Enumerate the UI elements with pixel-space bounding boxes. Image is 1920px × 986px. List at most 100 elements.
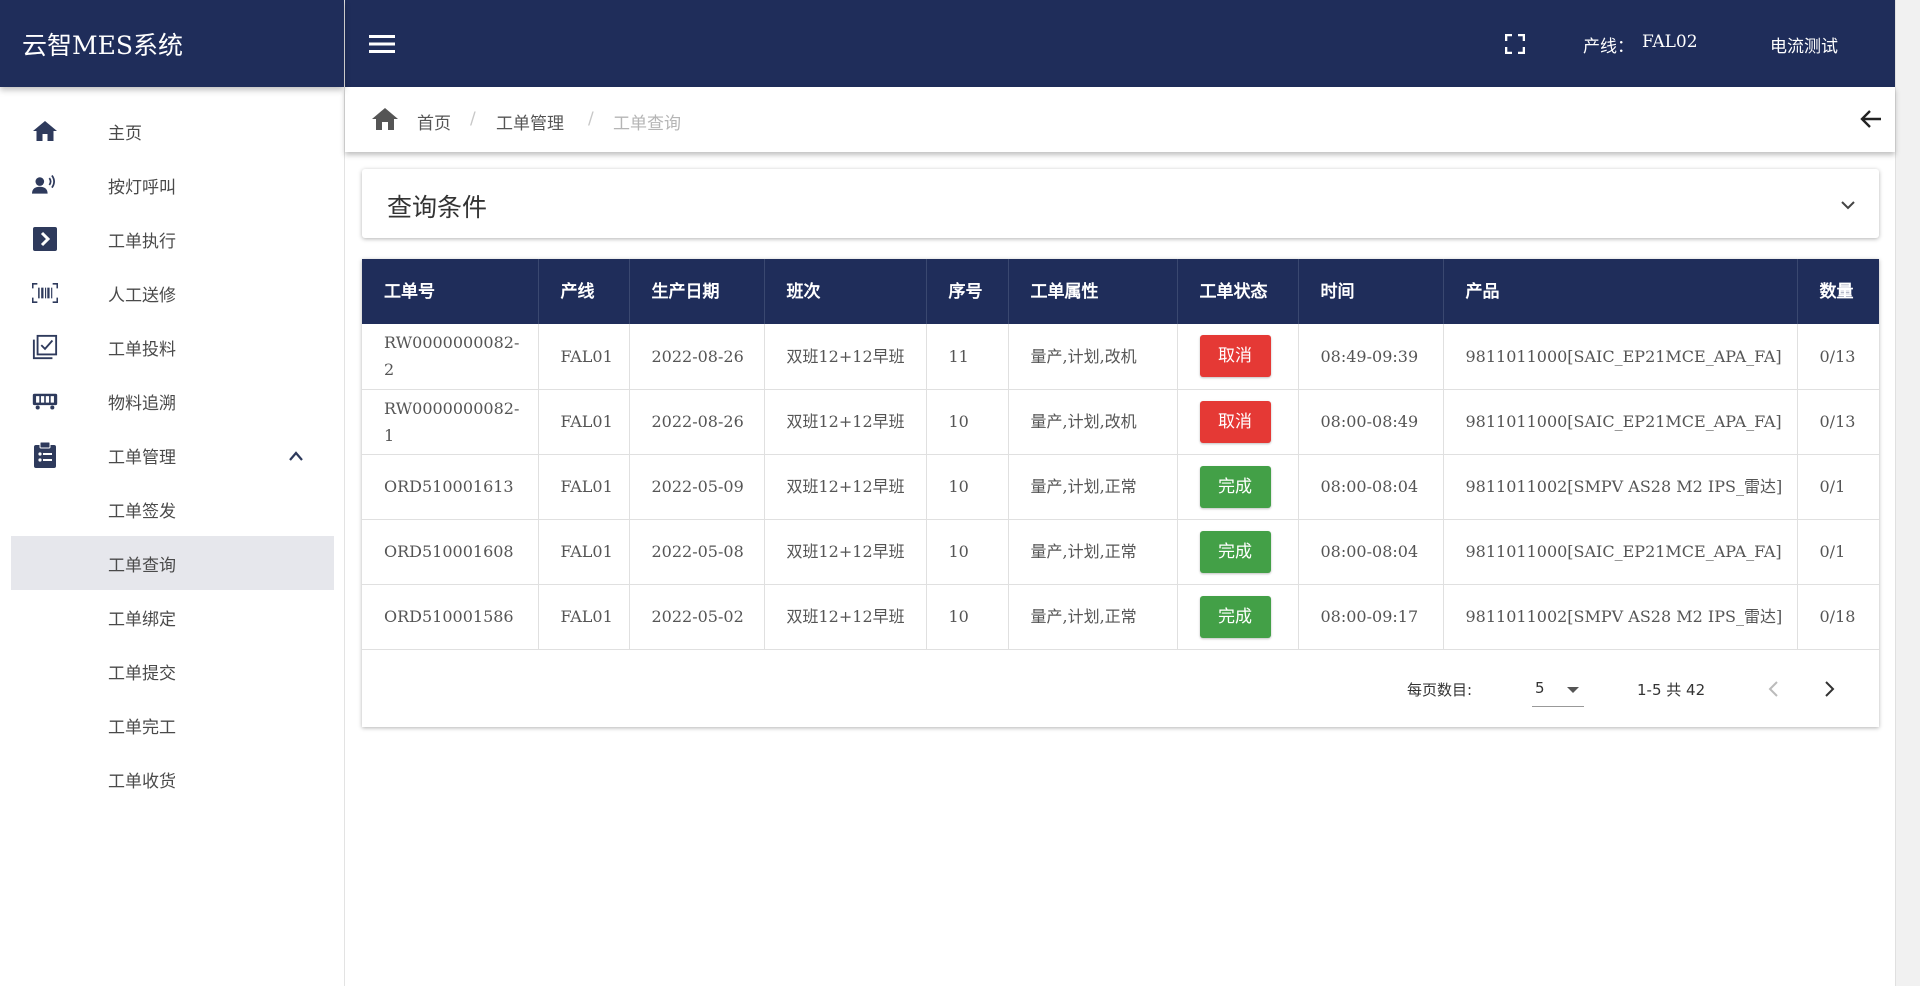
column-header[interactable]: 工单属性 xyxy=(1008,259,1178,324)
column-header[interactable]: 时间 xyxy=(1298,259,1444,324)
cell-shift: 双班12+12早班 xyxy=(764,519,927,584)
cell-seq: 10 xyxy=(926,389,1009,454)
breadcrumb: 首页 / 工单管理 / 工单查询 xyxy=(345,87,1895,152)
column-header[interactable]: 工单状态 xyxy=(1177,259,1299,324)
status-cancel-button[interactable]: 取消 xyxy=(1199,335,1271,378)
cell-attr: 量产,计划,改机 xyxy=(1008,389,1178,454)
cell-shift: 双班12+12早班 xyxy=(764,584,927,649)
scrollbar[interactable] xyxy=(1895,0,1920,986)
cell-order-no: ORD510001613 xyxy=(362,454,539,519)
cell-attr: 量产,计划,正常 xyxy=(1008,519,1178,584)
cell-shift: 双班12+12早班 xyxy=(764,454,927,519)
table-row[interactable]: ORD510001613 FAL01 2022-05-09 双班12+12早班 … xyxy=(362,454,1879,519)
cell-qty: 0/1 xyxy=(1819,542,1846,561)
home-icon[interactable] xyxy=(371,107,399,131)
app-title: 云智MES系统 xyxy=(0,0,344,87)
cell-time: 08:00-09:17 xyxy=(1298,584,1444,649)
breadcrumb-home[interactable]: 首页 xyxy=(417,109,451,134)
trace-icon xyxy=(32,389,58,413)
sidebar-item-label: 物料追溯 xyxy=(108,393,176,414)
cell-order-no: RW0000000082-2 xyxy=(362,324,539,389)
sidebar-item-call[interactable]: 按灯呼叫 xyxy=(0,158,344,212)
cell-time: 08:00-08:04 xyxy=(1298,454,1444,519)
cell-attr: 量产,计划,正常 xyxy=(1008,584,1178,649)
order-table-card: 工单号 产线 生产日期 班次 序号 工单属性 工单状态 时间 产品 数量 RW0… xyxy=(362,259,1879,727)
status-done-button[interactable]: 完成 xyxy=(1199,595,1271,638)
column-header[interactable]: 生产日期 xyxy=(629,259,765,324)
status-done-button[interactable]: 完成 xyxy=(1199,530,1271,573)
table-row[interactable]: ORD510001608 FAL01 2022-05-08 双班12+12早班 … xyxy=(362,519,1879,584)
chevron-left-icon[interactable] xyxy=(1767,680,1781,698)
sidebar-subitem-complete[interactable]: 工单完工 xyxy=(0,698,344,752)
execute-icon xyxy=(32,227,58,251)
rows-per-page-select[interactable]: 5 xyxy=(1532,671,1584,707)
sidebar-item-label: 按灯呼叫 xyxy=(108,177,176,198)
menu-icon[interactable] xyxy=(369,34,395,54)
back-arrow-icon[interactable] xyxy=(1860,109,1882,129)
cell-time: 08:00-08:04 xyxy=(1298,519,1444,584)
cell-product: 9811011000[SAIC_EP21MCE_APA_FA] xyxy=(1443,519,1798,584)
query-panel[interactable]: 查询条件 xyxy=(362,169,1879,238)
sidebar-subitem-label: 工单完工 xyxy=(108,717,176,738)
cell-shift: 双班12+12早班 xyxy=(764,324,927,389)
cell-date: 2022-05-09 xyxy=(629,454,765,519)
sidebar-nav: 主页 按灯呼叫 工单执行 人工送修 工单投料 物料追溯 工单管理 工单签发 工单… xyxy=(0,87,344,806)
column-header[interactable]: 产品 xyxy=(1443,259,1798,324)
cell-qty: 0/13 xyxy=(1819,346,1856,366)
sidebar-item-label: 主页 xyxy=(108,123,142,144)
column-header[interactable]: 工单号 xyxy=(362,259,539,324)
station-name[interactable]: 电流测试 xyxy=(1770,32,1838,57)
cell-qty: 0/13 xyxy=(1819,412,1856,431)
sidebar-subitem-label: 工单查询 xyxy=(108,555,176,576)
cell-product: 9811011000[SAIC_EP21MCE_APA_FA] xyxy=(1443,389,1798,454)
column-header[interactable]: 产线 xyxy=(538,259,630,324)
checklist-icon xyxy=(32,334,58,360)
chevron-right-icon[interactable] xyxy=(1822,680,1836,698)
cell-seq: 10 xyxy=(926,584,1009,649)
breadcrumb-current: 工单查询 xyxy=(613,114,681,134)
cell-line: FAL01 xyxy=(538,389,630,454)
table-row[interactable]: ORD510001586 FAL01 2022-05-02 双班12+12早班 … xyxy=(362,584,1879,649)
sidebar-item-trace[interactable]: 物料追溯 xyxy=(0,374,344,428)
sidebar-subitem-bind[interactable]: 工单绑定 xyxy=(0,590,344,644)
sidebar-item-execute[interactable]: 工单执行 xyxy=(0,212,344,266)
cell-shift: 双班12+12早班 xyxy=(764,389,927,454)
cell-seq: 10 xyxy=(926,454,1009,519)
line-value[interactable]: FAL02 xyxy=(1642,32,1698,52)
barcode-scan-icon xyxy=(32,281,58,305)
cell-product: 9811011002[SMPV AS28 M2 IPS_雷达] xyxy=(1443,454,1798,519)
sidebar-subitem-submit[interactable]: 工单提交 xyxy=(0,644,344,698)
breadcrumb-order-management[interactable]: 工单管理 xyxy=(496,109,564,134)
sidebar-item-label: 工单投料 xyxy=(108,339,176,360)
status-cancel-button[interactable]: 取消 xyxy=(1199,400,1271,443)
sidebar-item-repair[interactable]: 人工送修 xyxy=(0,266,344,320)
sidebar-item-order-management[interactable]: 工单管理 xyxy=(0,428,344,482)
table-row[interactable]: RW0000000082-2 FAL01 2022-08-26 双班12+12早… xyxy=(362,324,1879,389)
cell-date: 2022-05-02 xyxy=(629,584,765,649)
cell-seq: 10 xyxy=(926,519,1009,584)
sidebar-subitem-issue[interactable]: 工单签发 xyxy=(0,482,344,536)
column-header[interactable]: 班次 xyxy=(764,259,927,324)
cell-qty: 0/1 xyxy=(1819,477,1846,496)
column-header[interactable]: 数量 xyxy=(1797,259,1879,324)
table-row[interactable]: RW0000000082-1 FAL01 2022-08-26 双班12+12早… xyxy=(362,389,1879,454)
sidebar-subitem-query[interactable]: 工单查询 xyxy=(11,536,334,590)
sidebar-subitem-receive[interactable]: 工单收货 xyxy=(0,752,344,806)
sidebar-item-home[interactable]: 主页 xyxy=(0,104,344,158)
cell-status: 完成 xyxy=(1177,519,1299,584)
cell-date: 2022-08-26 xyxy=(629,389,765,454)
column-header[interactable]: 序号 xyxy=(926,259,1009,324)
sidebar-item-label: 人工送修 xyxy=(108,285,176,306)
fullscreen-icon[interactable] xyxy=(1504,33,1526,55)
cell-attr: 量产,计划,改机 xyxy=(1008,324,1178,389)
page-range: 1-5 共 42 xyxy=(1637,681,1706,699)
sidebar-item-feed[interactable]: 工单投料 xyxy=(0,320,344,374)
chevron-down-icon[interactable] xyxy=(1840,196,1856,210)
cell-status: 取消 xyxy=(1177,324,1299,389)
pagination: 每页数目: 5 1-5 共 42 xyxy=(362,653,1879,727)
cell-product: 9811011002[SMPV AS28 M2 IPS_雷达] xyxy=(1443,584,1798,649)
cell-line: FAL01 xyxy=(538,324,630,389)
status-done-button[interactable]: 完成 xyxy=(1199,465,1271,508)
chevron-up-icon[interactable] xyxy=(288,448,303,462)
rows-per-page-value: 5 xyxy=(1535,679,1545,697)
